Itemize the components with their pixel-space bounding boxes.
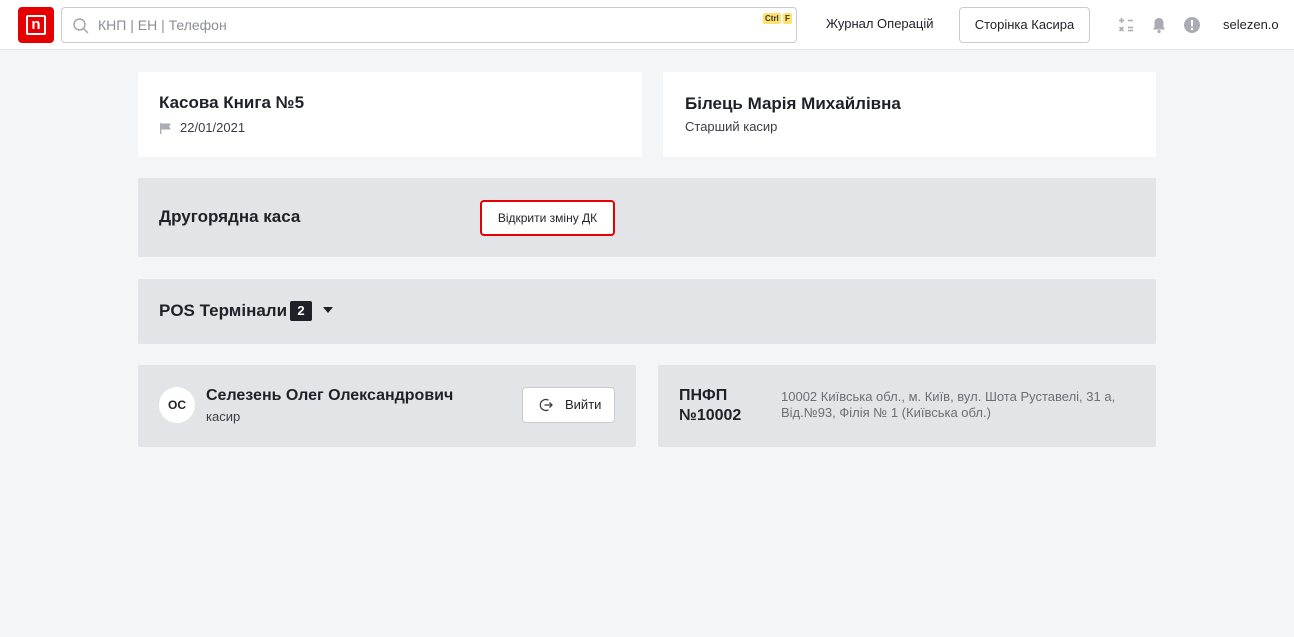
cashier-role: касир — [206, 409, 241, 424]
shortcut-ctrl-badge: Ctrl — [763, 13, 781, 24]
logout-button[interactable]: Вийти — [522, 387, 615, 423]
logout-icon — [539, 398, 553, 412]
search-box[interactable]: Ctrl F — [61, 7, 797, 43]
cash-book-date: 22/01/2021 — [180, 120, 246, 135]
cash-book-card: Касова Книга №5 22/01/2021 — [138, 72, 642, 157]
senior-cashier-role: Старший касир — [685, 119, 778, 134]
chevron-down-icon[interactable] — [322, 305, 334, 315]
username[interactable]: selezen.o — [1223, 17, 1279, 32]
alert-icon[interactable] — [1183, 16, 1201, 34]
cashier-name: Селезень Олег Олександрович — [206, 387, 454, 404]
senior-cashier-card: Білець Марія Михайлівна Старший касир — [663, 72, 1156, 157]
search-input[interactable] — [98, 8, 748, 42]
branch-address: 10002 Київська обл., м. Київ, вул. Шота … — [781, 389, 1116, 420]
branch-card: ПНФП №10002 10002 Київська обл., м. Київ… — [658, 365, 1156, 447]
branch-code: ПНФП №10002 — [679, 387, 742, 424]
calculator-icon[interactable] — [1117, 16, 1135, 34]
logo-letter: n — [26, 15, 46, 35]
avatar: ОС — [159, 387, 195, 423]
operations-journal-link[interactable]: Журнал Операцій — [826, 16, 934, 31]
search-icon — [73, 18, 89, 34]
pos-terminals-title: POS Термінали — [159, 301, 288, 320]
cashier-card: ОС Селезень Олег Олександрович касир Вий… — [138, 365, 636, 447]
cashier-page-button[interactable]: Сторінка Касира — [959, 7, 1090, 43]
logout-label: Вийти — [565, 397, 602, 412]
top-bar: n Ctrl F Журнал Операцій Сторінка Касира… — [0, 0, 1294, 50]
logo[interactable]: n — [18, 7, 54, 43]
senior-cashier-name: Білець Марія Михайлівна — [685, 94, 901, 113]
open-shift-button[interactable]: Відкрити зміну ДК — [480, 200, 615, 236]
secondary-register-panel: Другорядна каса Відкрити зміну ДК — [138, 178, 1156, 257]
cash-book-title: Касова Книга №5 — [159, 93, 305, 112]
pos-terminals-panel[interactable]: POS Термінали 2 — [138, 279, 1156, 344]
secondary-register-title: Другорядна каса — [159, 207, 301, 226]
flag-icon — [160, 123, 171, 134]
pos-terminals-count-badge: 2 — [290, 301, 312, 321]
bell-icon[interactable] — [1150, 16, 1168, 34]
shortcut-key-badge: F — [783, 13, 792, 24]
